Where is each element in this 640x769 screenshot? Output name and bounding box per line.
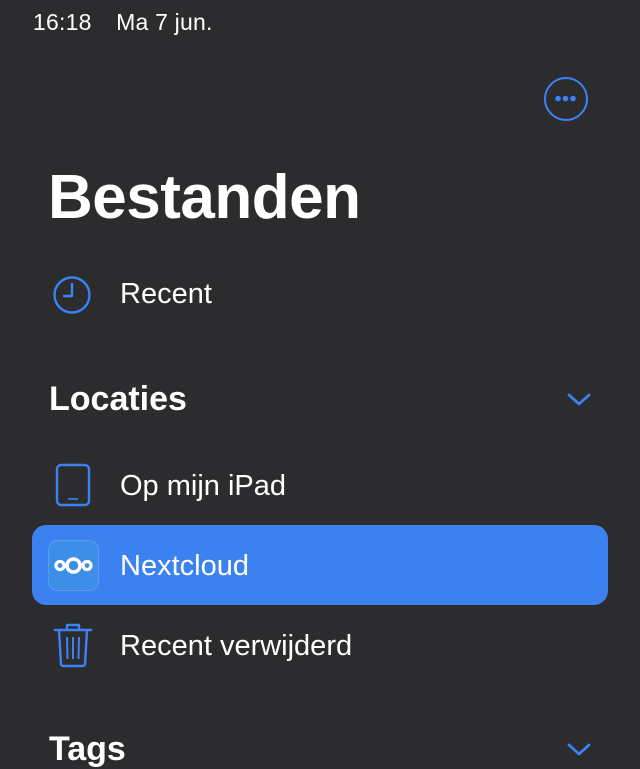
status-bar: 16:18 Ma 7 jun. [33,9,231,36]
nextcloud-icon [48,540,99,591]
sidebar-item-on-my-ipad[interactable]: Op mijn iPad [0,446,640,526]
ellipsis-circle-icon [555,95,576,102]
sidebar-item-label: Recent [120,278,212,310]
sidebar-item-nextcloud[interactable] [32,525,608,605]
trash-icon [53,623,93,668]
more-button[interactable] [544,77,588,121]
chevron-down-icon[interactable] [566,390,592,410]
sidebar-item-recently-deleted[interactable]: Recent verwijderd [0,606,640,686]
clock-icon [53,276,91,314]
section-title-locaties: Locaties [49,380,187,418]
sidebar-item-recent[interactable]: Recent [0,254,640,334]
status-time: 16:18 [33,9,92,35]
sidebar-item-label: Recent verwijderd [120,630,353,662]
section-title-tags: Tags [49,730,126,768]
sidebar-item-label: Nextcloud [120,550,249,582]
chevron-down-icon[interactable] [566,740,592,760]
status-date: Ma 7 jun. [116,9,213,35]
ipad-icon [55,463,91,507]
sidebar-item-label: Op mijn iPad [120,470,287,502]
page-title: Bestanden [48,163,361,232]
